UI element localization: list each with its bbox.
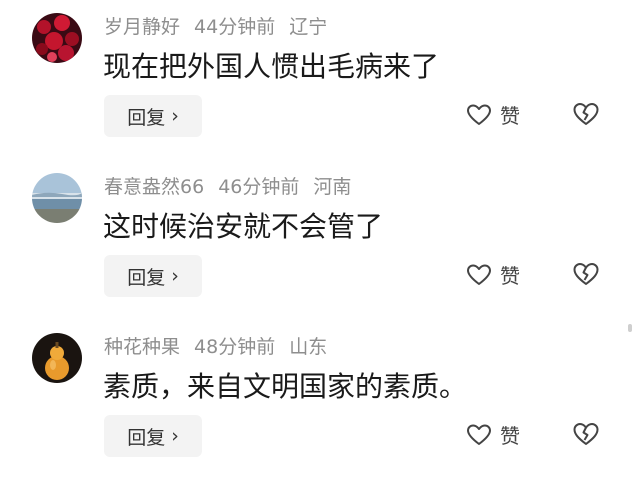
username[interactable]: 岁月静好 — [104, 16, 180, 38]
chevron-right-icon: › — [171, 425, 179, 447]
like-button[interactable]: 赞 — [466, 420, 520, 449]
chevron-right-icon: › — [171, 265, 179, 287]
reply-button[interactable]: 回复 › — [104, 95, 202, 137]
comment-time: 44分钟前 — [194, 16, 276, 38]
broken-heart-icon — [573, 423, 599, 445]
scrollbar[interactable] — [628, 324, 632, 332]
like-button[interactable]: 赞 — [466, 100, 520, 129]
broken-heart-icon — [573, 103, 599, 125]
reply-label: 回复 — [127, 106, 166, 129]
like-button[interactable]: 赞 — [466, 260, 520, 289]
comment-item: 春意盎然66 46分钟前 河南 这时候治安就不会管了 回复 › 赞 — [0, 160, 636, 320]
dislike-button[interactable] — [572, 261, 600, 291]
comment-time: 46分钟前 — [218, 176, 300, 198]
comment-location: 辽宁 — [289, 16, 328, 38]
comment-meta: 春意盎然66 46分钟前 河南 — [104, 173, 365, 201]
comment-text: 素质，来自文明国家的素质。 — [103, 370, 468, 403]
comment-meta: 种花种果 48分钟前 山东 — [104, 333, 341, 361]
comment-meta: 岁月静好 44分钟前 辽宁 — [104, 13, 341, 41]
heart-icon — [467, 424, 491, 445]
reply-button[interactable]: 回复 › — [104, 255, 202, 297]
comment-location: 山东 — [289, 336, 328, 358]
comment-item: 种花种果 48分钟前 山东 素质，来自文明国家的素质。 回复 › 赞 — [0, 320, 636, 480]
avatar[interactable] — [32, 13, 82, 63]
like-label: 赞 — [500, 264, 520, 288]
username[interactable]: 春意盎然66 — [104, 176, 204, 198]
reply-label: 回复 — [127, 266, 166, 289]
reply-label: 回复 — [127, 426, 166, 449]
dislike-button[interactable] — [572, 101, 600, 131]
heart-icon — [467, 104, 491, 125]
comment-time: 48分钟前 — [194, 336, 276, 358]
avatar[interactable] — [32, 333, 82, 383]
heart-icon — [467, 264, 491, 285]
comment-text: 这时候治安就不会管了 — [103, 210, 384, 243]
like-label: 赞 — [500, 424, 520, 448]
avatar[interactable] — [32, 173, 82, 223]
reply-button[interactable]: 回复 › — [104, 415, 202, 457]
comment-text: 现在把外国人惯出毛病来了 — [103, 50, 440, 83]
comment-location: 河南 — [313, 176, 352, 198]
username[interactable]: 种花种果 — [104, 336, 180, 358]
dislike-button[interactable] — [572, 421, 600, 451]
chevron-right-icon: › — [171, 105, 179, 127]
broken-heart-icon — [573, 263, 599, 285]
like-label: 赞 — [500, 104, 520, 128]
comment-item: 岁月静好 44分钟前 辽宁 现在把外国人惯出毛病来了 回复 › 赞 — [0, 0, 636, 160]
